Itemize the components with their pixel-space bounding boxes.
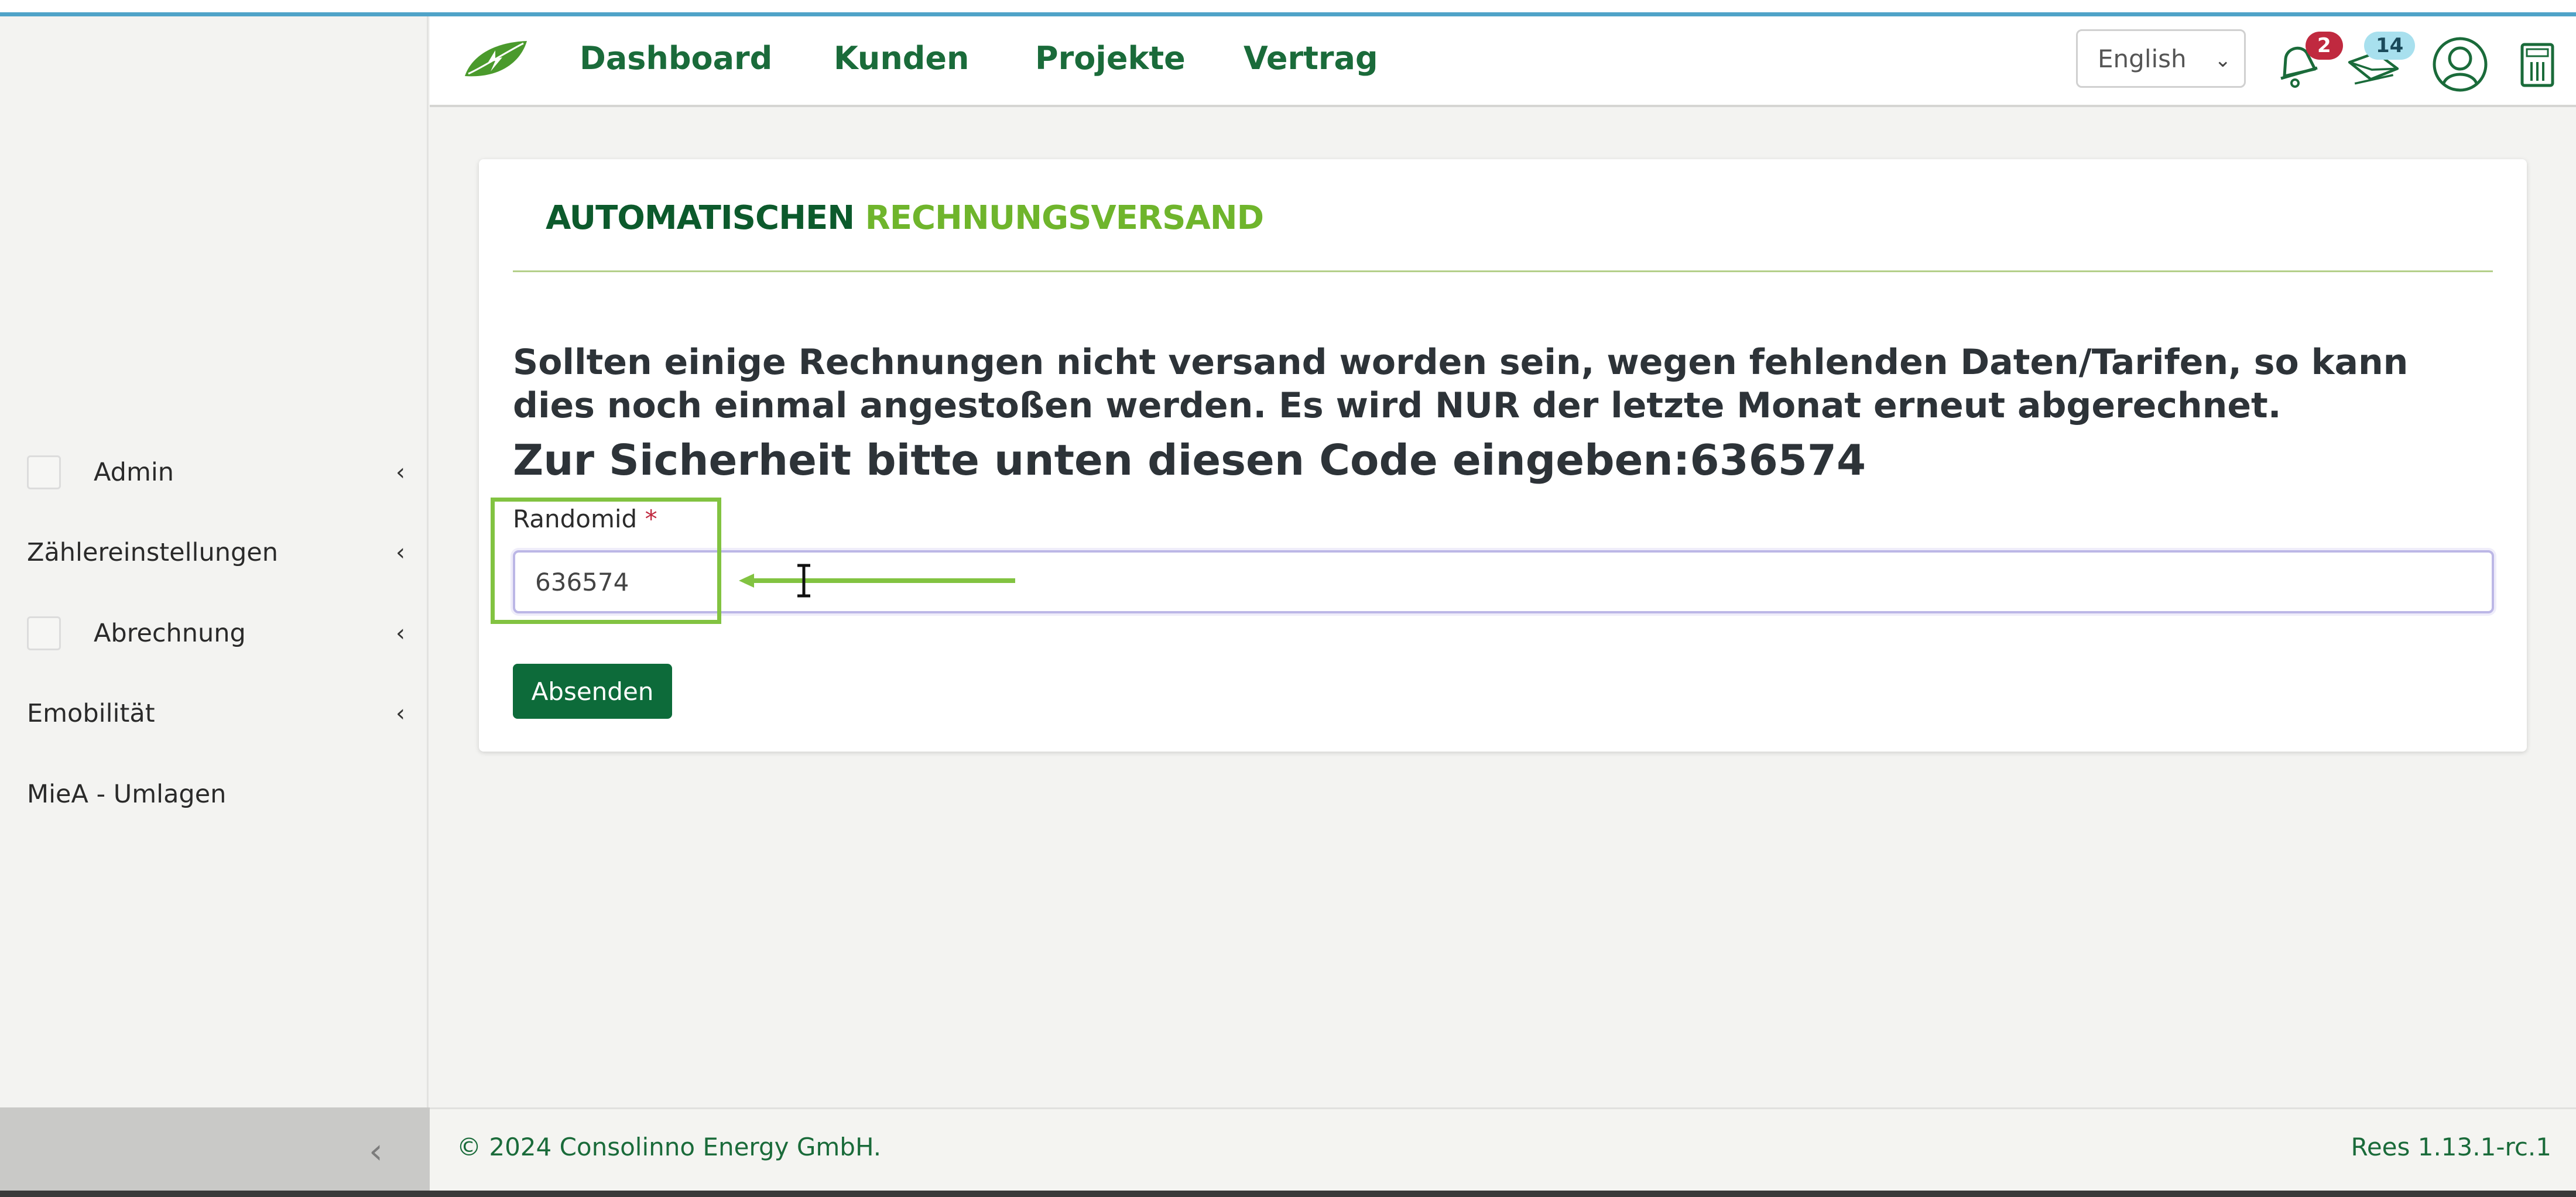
sidebar-item-label: Emobilität: [27, 699, 155, 728]
chevron-left-icon: ‹: [396, 620, 405, 647]
language-select[interactable]: English ⌄: [2076, 29, 2246, 88]
company-logo[interactable]: [460, 37, 530, 84]
nav-projekte[interactable]: Projekte: [1035, 40, 1186, 77]
chevron-left-icon: ‹: [396, 539, 405, 566]
sidebar-item-label: MieA - Umlagen: [27, 780, 227, 809]
window-bottom-edge: [0, 1191, 2576, 1197]
admin-icon: [27, 455, 61, 489]
sidebar-item-zaehlereinstellungen[interactable]: Zählereinstellungen ‹: [27, 526, 407, 579]
chevron-left-icon: ‹: [396, 700, 405, 727]
page-footer: © 2024 Consolinno Energy GmbH. Rees 1.13…: [430, 1107, 2576, 1197]
page-title: AUTOMATISCHEN RECHNUNGSVERSAND: [546, 199, 1265, 237]
submit-button[interactable]: Absenden: [513, 664, 672, 719]
nav-dashboard[interactable]: Dashboard: [580, 40, 772, 77]
security-code-text: Zur Sicherheit bitte unten diesen Code e…: [513, 435, 1866, 485]
sidebar-item-emobilitaet[interactable]: Emobilität ‹: [27, 687, 407, 740]
top-navbar: Dashboard Kunden Projekte Vertrag Englis…: [430, 16, 2576, 107]
nav-vertrag[interactable]: Vertrag: [1244, 40, 1378, 77]
sidebar-item-label: Admin: [94, 458, 174, 487]
sidebar: Admin ‹ Zählereinstellungen ‹ Abrechnung…: [0, 16, 429, 1107]
calculator-icon[interactable]: [2508, 35, 2567, 94]
billing-icon: [27, 616, 61, 650]
sidebar-item-label: Zählereinstellungen: [27, 538, 278, 567]
browser-top-strip: [0, 0, 2576, 16]
sidebar-item-miea-umlagen[interactable]: MieA - Umlagen: [27, 768, 407, 821]
info-text: Sollten einige Rechnungen nicht versand …: [513, 342, 2409, 426]
chevron-left-icon: ‹: [396, 459, 405, 486]
title-divider: [513, 270, 2493, 272]
sidebar-item-abrechnung[interactable]: Abrechnung ‹: [27, 607, 407, 660]
annotation-highlight-box: [491, 498, 721, 624]
messages-badge: 14: [2364, 32, 2416, 60]
user-avatar-icon[interactable]: [2431, 35, 2489, 94]
notifications-badge: 2: [2306, 32, 2343, 60]
sidebar-footer: ‹: [0, 1107, 430, 1197]
title-part-light: RECHNUNGSVERSAND: [865, 199, 1265, 237]
title-part-dark: AUTOMATISCHEN: [546, 199, 855, 237]
chevron-down-icon: ⌄: [2214, 49, 2232, 72]
language-value: English: [2098, 44, 2187, 73]
copyright-text: © 2024 Consolinno Energy GmbH.: [457, 1133, 882, 1161]
sidebar-item-admin[interactable]: Admin ‹: [27, 446, 407, 499]
collapse-sidebar-icon[interactable]: ‹: [369, 1131, 383, 1172]
nav-kunden[interactable]: Kunden: [834, 40, 970, 77]
automatic-invoice-card: AUTOMATISCHEN RECHNUNGSVERSAND Sollten e…: [479, 159, 2527, 752]
version-text: Rees 1.13.1-rc.1: [2351, 1133, 2551, 1161]
sidebar-item-label: Abrechnung: [94, 619, 246, 648]
annotation-arrow-icon: [739, 564, 1015, 598]
